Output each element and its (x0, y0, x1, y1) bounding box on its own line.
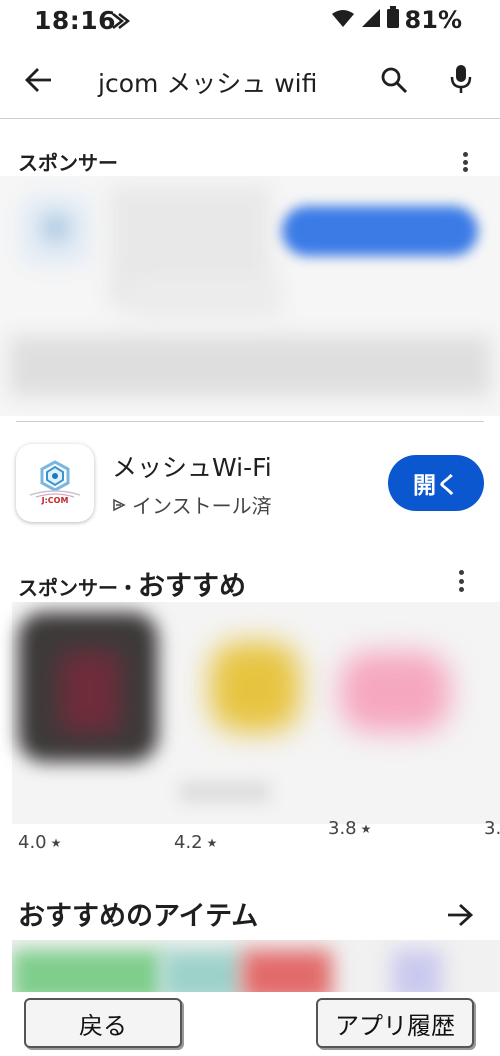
app-rating: 3.8 ★ (328, 818, 371, 839)
rating-value: 3.8 (328, 818, 357, 839)
sponsored-label: スポンサー (18, 151, 118, 175)
mesh-hexagon-icon (29, 460, 81, 498)
more-options-icon[interactable] (456, 570, 466, 592)
app-name[interactable]: メッシュWi-Fi (112, 448, 272, 484)
app-rating: 3. (484, 818, 500, 839)
mic-icon[interactable] (449, 63, 473, 99)
recommended-apps-blurred[interactable] (0, 602, 500, 824)
sponsor-prefix: スポンサー・ (18, 576, 138, 600)
star-icon: ★ (206, 835, 218, 850)
battery-percent: 81% (404, 6, 462, 34)
status-indicators: 81% (331, 6, 462, 34)
search-input[interactable]: jcom メッシュ wifi (98, 64, 317, 100)
app-rating: 4.0 ★ (18, 832, 61, 853)
items-title: おすすめのアイテム (18, 901, 259, 932)
star-icon: ★ (360, 821, 372, 836)
app-icon-logo-text: J:COM (41, 496, 69, 505)
rating-value: 4.2 (174, 832, 203, 853)
wifi-icon (331, 6, 355, 34)
arrow-right-icon[interactable] (446, 902, 474, 932)
star-icon: ★ (50, 835, 62, 850)
install-status-text: インストール済 (132, 494, 272, 518)
recommended-header: スポンサー・ おすすめ (18, 564, 246, 603)
items-carousel-blurred[interactable] (12, 940, 500, 992)
search-icon[interactable] (380, 66, 408, 98)
back-button[interactable]: 戻る (24, 998, 182, 1048)
app-rating: 4.2 ★ (174, 832, 217, 853)
status-time: 18:16 (34, 6, 117, 35)
app-history-button[interactable]: アプリ履歴 (316, 998, 474, 1048)
sponsored-ad-blurred[interactable] (0, 176, 500, 416)
notification-icon (110, 11, 131, 35)
install-status: インストール済 (112, 490, 272, 519)
recommended-title: おすすめ (138, 571, 246, 602)
open-button[interactable]: 開く (388, 455, 484, 511)
battery-icon (386, 6, 399, 34)
section-divider (16, 421, 484, 422)
signal-icon (361, 6, 381, 34)
app-icon[interactable]: J:COM (16, 444, 94, 522)
installed-icon (112, 493, 126, 517)
search-divider (0, 118, 500, 119)
back-arrow-icon[interactable] (24, 66, 54, 98)
rating-value: 3. (484, 818, 500, 839)
rating-value: 4.0 (18, 832, 47, 853)
more-options-icon[interactable] (460, 152, 470, 172)
